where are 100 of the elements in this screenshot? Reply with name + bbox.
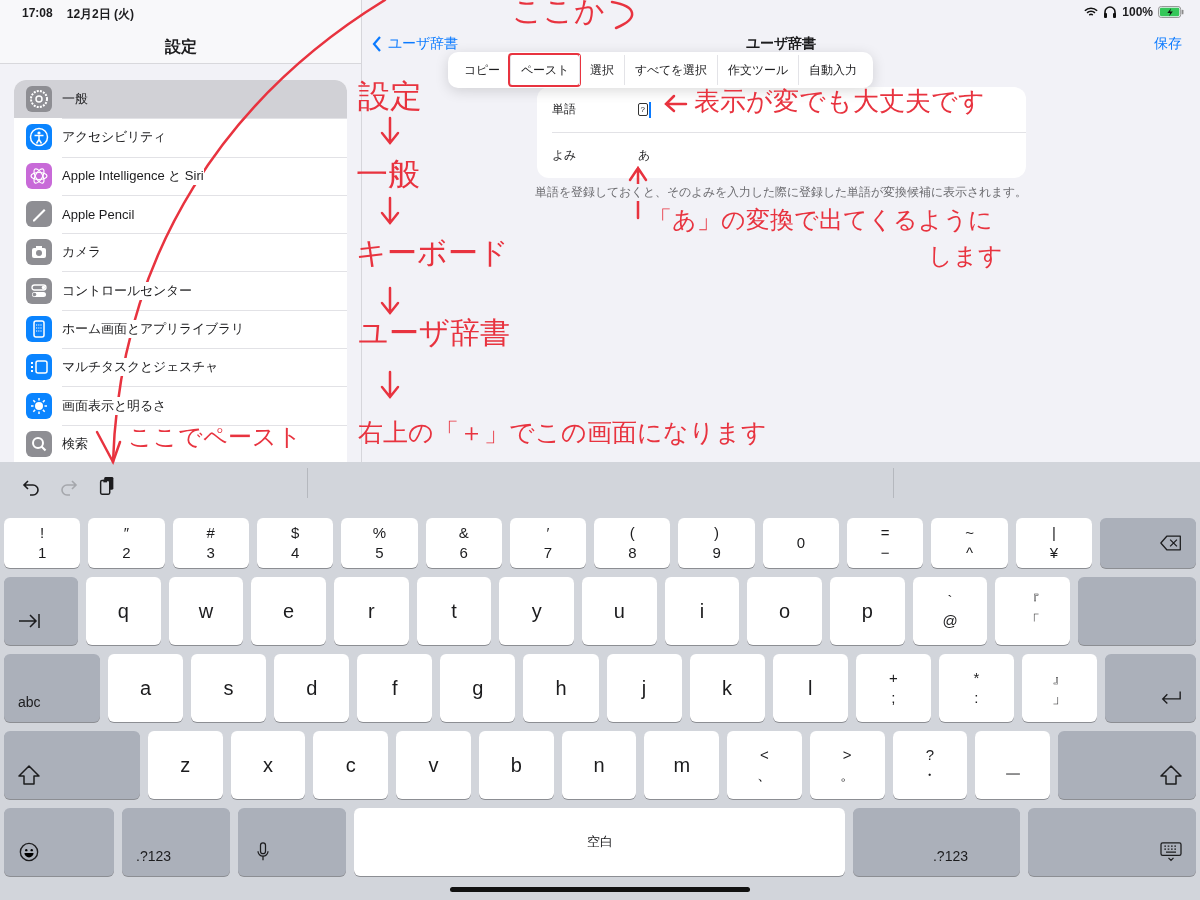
menu-item[interactable]: コピー [454,55,510,85]
input-field[interactable]: あ [637,140,652,171]
wifi-icon [1084,6,1099,18]
mode-key[interactable]: .?123 [853,808,1020,876]
battery-percentage: 100% [1122,5,1153,19]
key[interactable]: | ¥ [1015,518,1092,568]
page-title: ユーザ辞書 [746,35,816,53]
key[interactable]: ″ 2 [88,518,165,568]
key[interactable]: ( 8 [594,518,671,568]
key[interactable]: r [334,577,409,645]
mode-key[interactable]: .?123 [122,808,230,876]
key[interactable]: ` @ [912,577,988,645]
key[interactable]: ! 1 [4,518,81,568]
hide-keyboard-key[interactable] [1028,808,1196,876]
key[interactable]: q [86,577,161,645]
field-label: よみ [551,148,577,163]
menu-item[interactable]: ペースト [510,55,579,85]
keyboard-icon [1160,842,1182,862]
handwritten-note: ここでペースト [128,425,302,449]
key[interactable]: i [664,577,740,645]
shift-key[interactable] [1058,731,1196,799]
key[interactable]: * : [938,654,1014,722]
key[interactable]: % 5 [341,518,418,568]
input-field[interactable]: ? [637,94,652,125]
key[interactable]: k [689,654,765,722]
sidebar-item[interactable]: ホーム画面とアプリライブラリ [14,309,347,349]
key[interactable]: w [168,577,244,645]
menu-item[interactable]: 自動入力 [798,55,867,85]
key[interactable]: s [191,654,267,722]
key[interactable]: 』 」 [1021,654,1097,722]
key[interactable]: g [440,654,516,722]
key[interactable]: e [251,577,326,645]
key[interactable]: t [416,577,492,645]
sidebar-item[interactable]: コントロールセンター [14,271,347,310]
shift-icon [18,765,40,785]
key[interactable]: l [772,654,848,722]
delete-icon [1160,533,1182,553]
key[interactable]: m [644,731,720,799]
key[interactable]: z [148,731,223,799]
handwritten-note: 右上の「＋」でこの画面になります [358,420,767,445]
sidebar-item[interactable]: マルチタスクとジェスチャ [14,348,347,387]
microphone-key[interactable] [238,808,346,876]
key[interactable]: # 3 [172,518,249,568]
blank-key[interactable] [1078,577,1196,645]
key[interactable]: + ; [855,654,931,722]
key[interactable]: ? ・ [892,731,968,799]
handwritten-note: 一般 [356,158,420,190]
key[interactable]: x [230,731,306,799]
sidebar-item[interactable]: アクセシビリティ [14,118,347,157]
key[interactable]: y [499,577,574,645]
smiley-icon [18,842,40,862]
key[interactable]: ＿ [975,731,1050,799]
menu-item[interactable]: 作文ツール [717,55,798,85]
key[interactable]: h [523,654,599,722]
key[interactable]: & 6 [425,518,502,568]
key[interactable]: n [561,731,637,799]
key[interactable]: 0 [762,518,840,568]
key[interactable]: $ 4 [256,518,334,568]
key[interactable]: v [396,731,471,799]
sidebar-item[interactable]: カメラ [14,233,347,272]
key[interactable]: b [478,731,554,799]
down-arrow [380,286,400,315]
emoji-key[interactable] [4,808,114,876]
key[interactable]: 『 「 [995,577,1070,645]
handwritten-note: キーボード [356,238,509,268]
menu-item[interactable]: すべてを選択 [624,55,717,85]
status-time: 17:08 [22,6,53,22]
key[interactable]: ′ 7 [509,518,587,568]
key[interactable]: j [606,654,682,722]
key[interactable]: < 、 [727,731,802,799]
key[interactable]: o [747,577,822,645]
key[interactable]: u [582,577,657,645]
sidebar-item[interactable]: 一般 [14,80,347,119]
left-arrow [664,94,688,113]
shift-icon [1160,765,1182,785]
menu-item[interactable]: 選択 [579,55,624,85]
key[interactable]: ~ ^ [931,518,1008,568]
battery-icon [1158,6,1184,18]
handwritten-note: 設定 [358,80,422,112]
handwritten-note: 「あ」の変換で出てくるように [648,208,993,232]
save-button[interactable]: 保存 [1154,35,1182,53]
space-key[interactable]: 空白 [354,808,845,876]
key[interactable]: ) 9 [678,518,755,568]
key[interactable]: f [357,654,433,722]
back-button[interactable]: ユーザ辞書 [372,35,458,53]
tab-key[interactable] [4,577,78,645]
key[interactable]: a [108,654,184,722]
shift-key[interactable] [4,731,140,799]
return-key[interactable] [1105,654,1196,722]
key[interactable]: > 。 [809,731,885,799]
sidebar-item[interactable]: 画面表示と明るさ [14,386,347,425]
key[interactable]: = − [847,518,924,568]
key[interactable]: c [313,731,389,799]
key[interactable]: d [274,654,350,722]
mode-key[interactable]: abc [4,654,100,722]
sidebar-item[interactable]: Apple Intelligence と Siri [14,156,347,195]
down-arrow [380,370,400,399]
sidebar-item[interactable]: Apple Pencil [14,194,347,234]
key[interactable]: p [830,577,905,645]
delete-key[interactable] [1100,518,1196,568]
